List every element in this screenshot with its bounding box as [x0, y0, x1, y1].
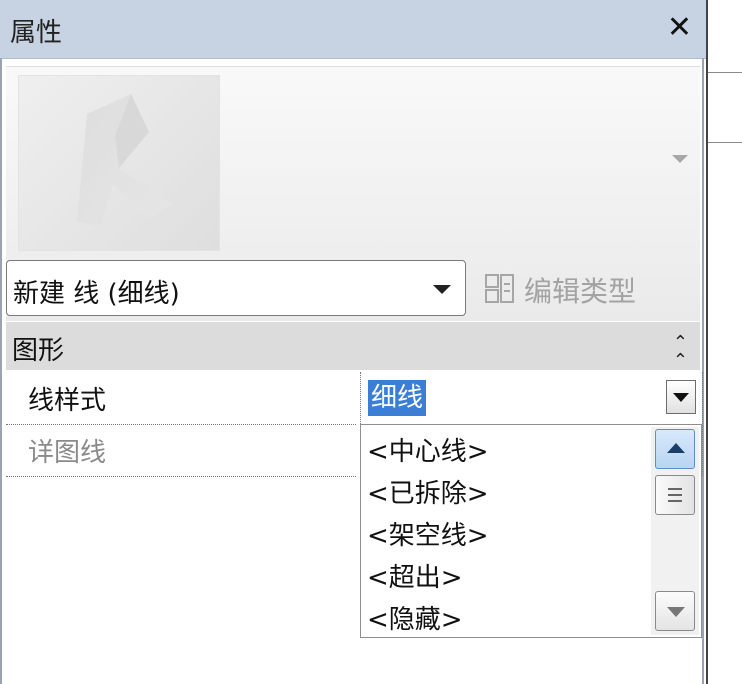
dropdown-option[interactable]: <架空线>: [367, 515, 489, 552]
grip-line: [668, 500, 682, 502]
scroll-up-button[interactable]: [655, 429, 695, 469]
properties-panel: 属性 ✕ 新建 线 (细线) 编辑类型 图形 ⌃ ⌃ 线样式 详图线 细线 <中…: [0, 0, 706, 684]
type-selector[interactable]: 新建 线 (细线): [6, 260, 466, 316]
column-divider: [702, 372, 703, 476]
panel-titlebar[interactable]: 属性 ✕: [0, 0, 706, 59]
preview-dropdown-arrow-icon[interactable]: [672, 155, 688, 163]
property-name: 线样式: [28, 386, 107, 416]
chevron-down-icon: [673, 393, 689, 402]
chevron-up-icon: [667, 443, 685, 453]
grip-line: [668, 488, 682, 490]
type-selector-value: 新建 线 (细线): [13, 279, 180, 309]
section-label: 图形: [12, 336, 65, 366]
dropdown-option[interactable]: <超出>: [367, 557, 463, 594]
divider-line: [708, 72, 742, 73]
panel-title: 属性: [10, 18, 63, 48]
row-divider: [6, 476, 356, 477]
divider-line: [708, 142, 742, 143]
scroll-down-button[interactable]: [655, 591, 695, 631]
edit-type-icon: [485, 274, 514, 303]
dropdown-scrollbar[interactable]: [651, 427, 699, 635]
line-style-dropdown-list[interactable]: <中心线> <已拆除> <架空线> <超出> <隐藏>: [360, 424, 702, 638]
dropdown-option[interactable]: <隐藏>: [367, 599, 463, 636]
line-style-dropdown-button[interactable]: [666, 380, 696, 414]
section-header-graphics[interactable]: 图形 ⌃ ⌃: [6, 322, 700, 370]
revit-logo-icon: [77, 94, 173, 226]
property-row-line-style[interactable]: 线样式: [6, 370, 700, 420]
dropdown-option[interactable]: <中心线>: [367, 431, 489, 468]
line-style-combo-value[interactable]: 细线: [368, 380, 427, 416]
edit-type-label: 编辑类型: [524, 275, 637, 308]
adjacent-view-area: [706, 0, 742, 684]
double-chevron-up-icon[interactable]: ⌃ ⌃: [673, 334, 688, 370]
close-icon[interactable]: ✕: [667, 10, 692, 45]
scroll-thumb[interactable]: [655, 475, 695, 515]
grip-line: [668, 494, 682, 496]
chevron-down-icon[interactable]: [433, 285, 451, 294]
chevron-down-icon: [667, 607, 685, 617]
property-name: 详图线: [28, 438, 107, 468]
family-thumbnail: [18, 75, 220, 251]
dropdown-option[interactable]: <已拆除>: [367, 473, 489, 510]
